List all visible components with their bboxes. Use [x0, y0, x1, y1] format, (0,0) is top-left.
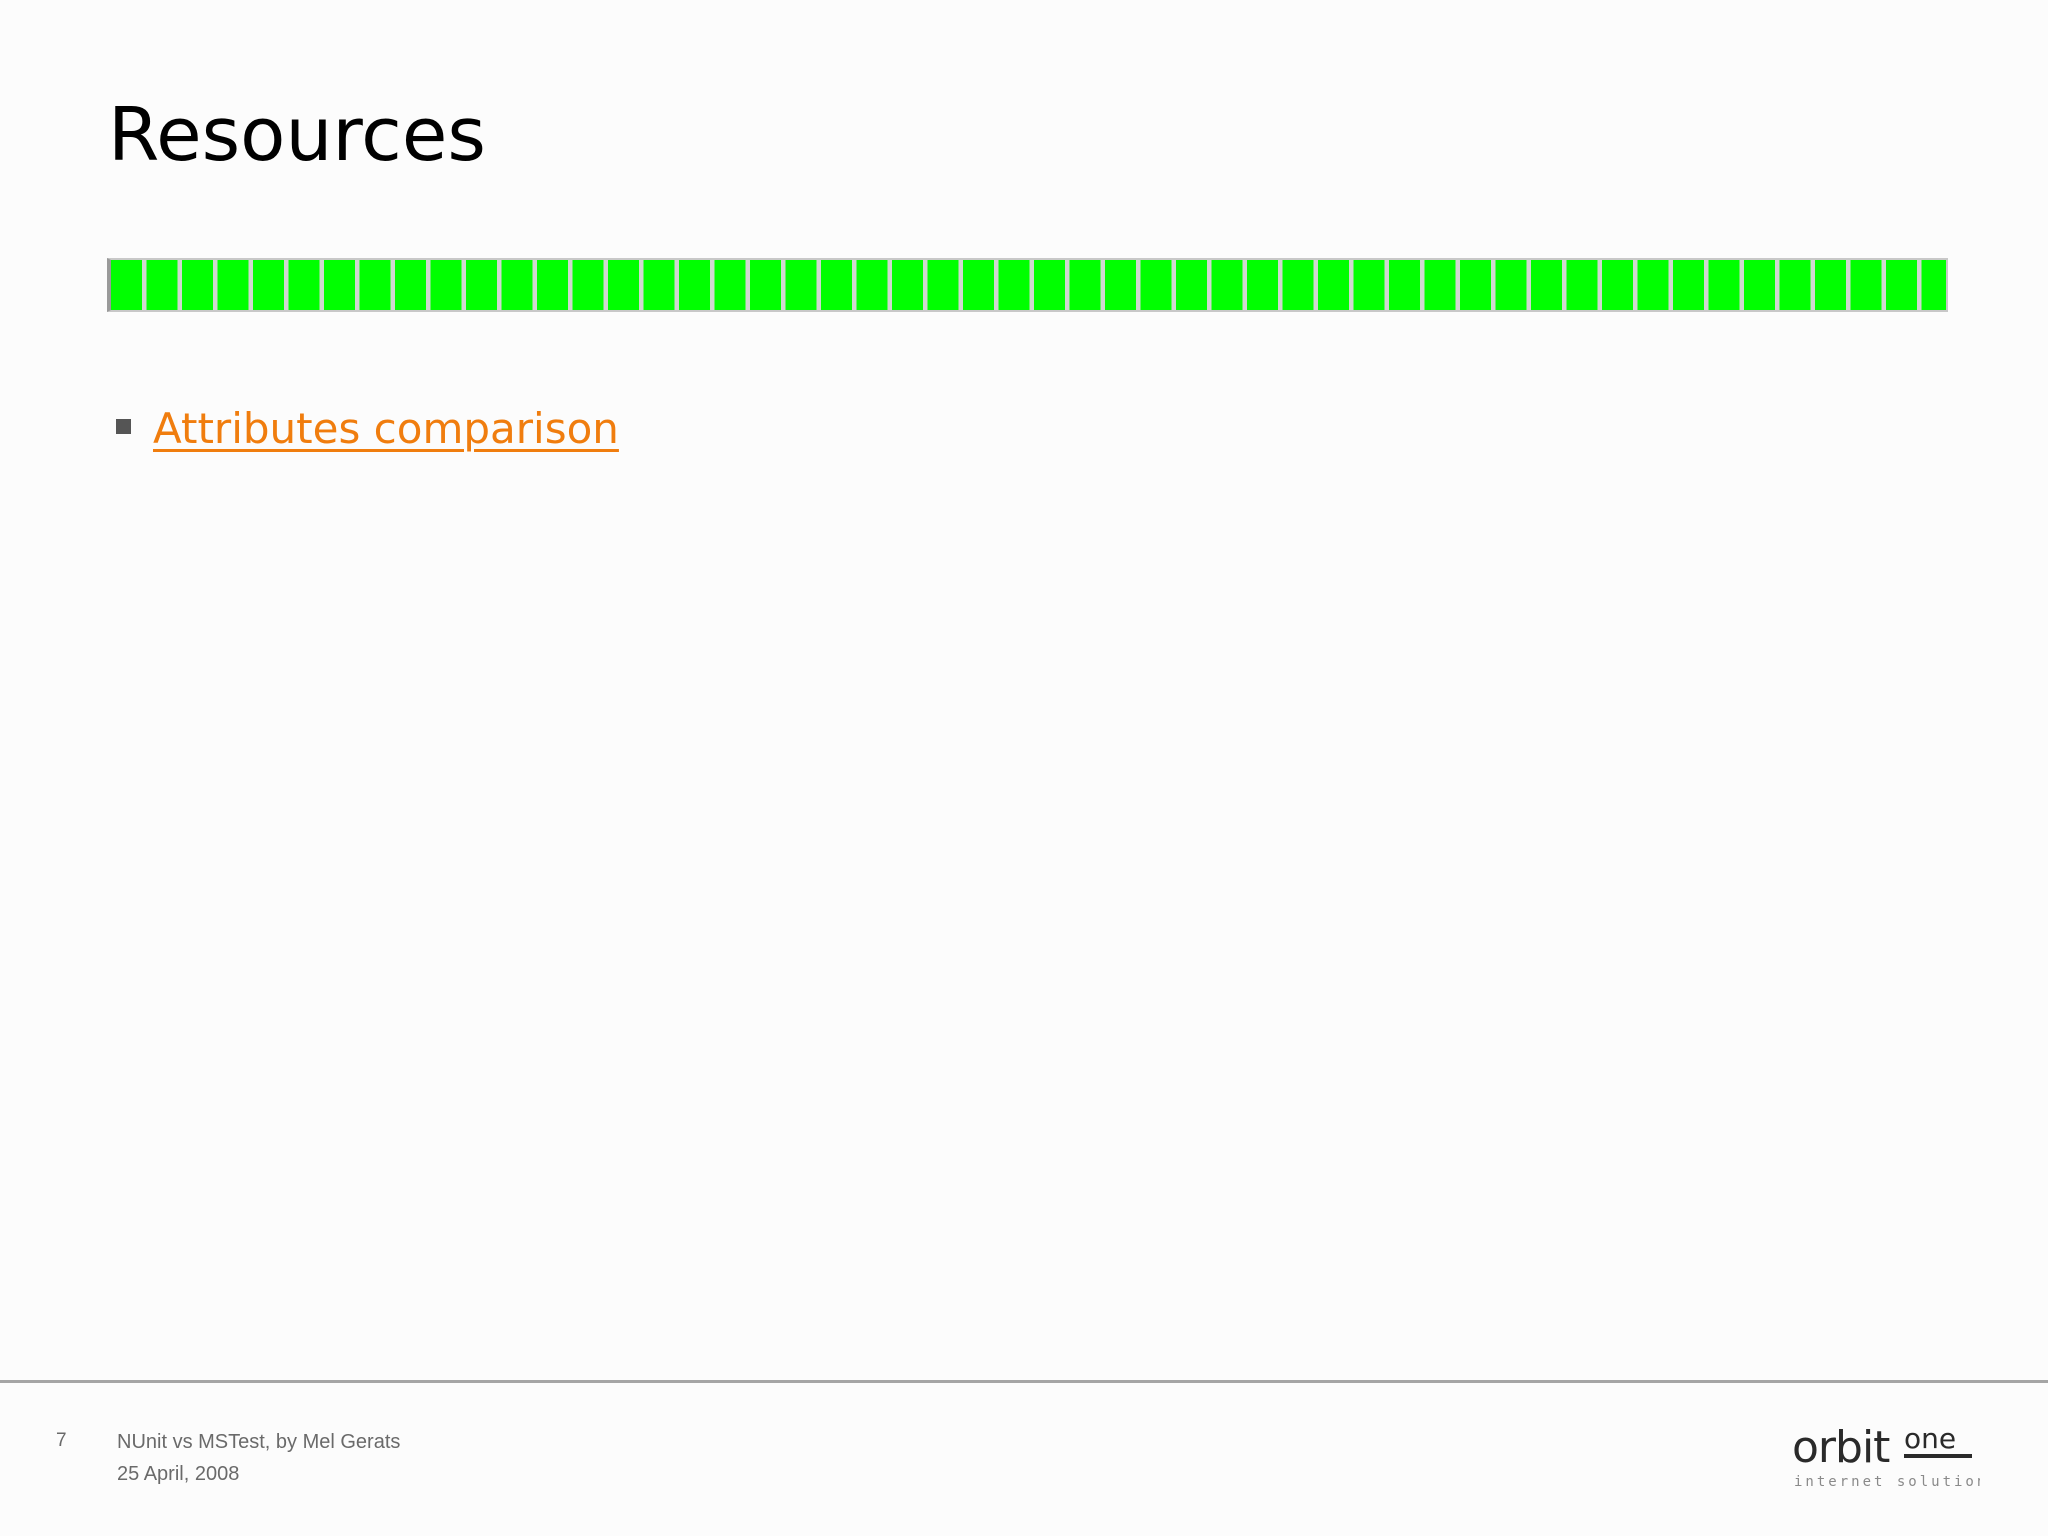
progress-bar-fill — [111, 260, 1946, 310]
page-number: 7 — [56, 1430, 67, 1451]
presentation-date: 25 April, 2008 — [117, 1463, 240, 1485]
logo-wordmark-accent: one — [1904, 1422, 1956, 1455]
presentation-title: NUnit vs MSTest, by Mel Gerats — [117, 1431, 401, 1453]
attributes-comparison-link[interactable]: Attributes comparison — [153, 404, 619, 453]
progress-bar — [107, 258, 1948, 312]
orbit-one-logo: orbit one internet solutions — [1792, 1422, 1980, 1490]
footer-info: NUnit vs MSTest, by Mel Gerats 25 April,… — [117, 1426, 400, 1490]
logo-wordmark-main: orbit — [1792, 1422, 1890, 1473]
slide-title: Resources — [108, 92, 486, 178]
footer-divider — [0, 1380, 2048, 1383]
bullet-list: Attributes comparison — [116, 398, 619, 458]
logo-tagline: internet solutions — [1794, 1474, 1980, 1490]
square-bullet-icon — [116, 418, 131, 434]
list-item: Attributes comparison — [116, 398, 619, 458]
